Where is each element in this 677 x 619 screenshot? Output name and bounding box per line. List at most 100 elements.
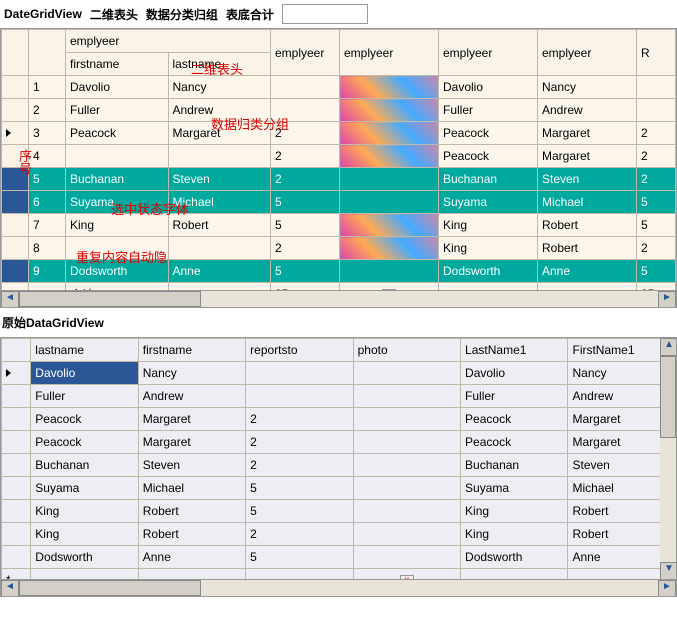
photo-cell[interactable] bbox=[353, 523, 460, 546]
scroll-thumb[interactable] bbox=[19, 580, 201, 596]
photo-cell[interactable] bbox=[353, 362, 460, 385]
cell-r[interactable]: 5 bbox=[637, 191, 676, 214]
cell-e3[interactable]: Anne bbox=[538, 260, 637, 283]
cell[interactable]: Peacock bbox=[461, 431, 568, 454]
cell[interactable]: 2 bbox=[246, 408, 353, 431]
cell-r[interactable]: 2 bbox=[637, 145, 676, 168]
photo-cell[interactable] bbox=[353, 454, 460, 477]
cell-e1[interactable]: 5 bbox=[271, 214, 340, 237]
cell[interactable]: 5 bbox=[246, 546, 353, 569]
table-row[interactable]: 6SuyamaMichael5SuyamaMichael5 bbox=[2, 191, 676, 214]
cell[interactable]: Suyama bbox=[461, 477, 568, 500]
cell[interactable]: 5 bbox=[246, 477, 353, 500]
cell-e3[interactable]: Steven bbox=[538, 168, 637, 191]
cell-ln[interactable]: Andrew bbox=[168, 99, 271, 122]
cell-fn[interactable]: Fuller bbox=[66, 99, 169, 122]
cell-e2[interactable]: Davolio bbox=[439, 76, 538, 99]
cell-fn[interactable]: Buchanan bbox=[66, 168, 169, 191]
cell[interactable]: 2 bbox=[246, 431, 353, 454]
cell-e3[interactable]: Robert bbox=[538, 214, 637, 237]
cell[interactable]: Dodsworth bbox=[461, 546, 568, 569]
cell-r[interactable]: 2 bbox=[637, 168, 676, 191]
table-row[interactable]: KingRobert2KingRobert bbox=[2, 523, 676, 546]
photo-cell[interactable] bbox=[340, 168, 439, 191]
g1-hdr-e3[interactable]: emplyeer bbox=[439, 30, 538, 76]
g2-hscroll[interactable]: ◄ ► bbox=[1, 579, 676, 596]
g2-vscroll[interactable]: ▲ ▼ bbox=[660, 338, 676, 580]
table-row[interactable]: FullerAndrewFullerAndrew bbox=[2, 385, 676, 408]
cell[interactable]: Peacock bbox=[31, 408, 138, 431]
photo-cell[interactable] bbox=[340, 237, 439, 260]
grid2[interactable]: lastname firstname reportsto photo LastN… bbox=[1, 338, 676, 592]
cell-e2[interactable]: King bbox=[439, 214, 538, 237]
cell-e2[interactable]: Peacock bbox=[439, 145, 538, 168]
cell-e1[interactable]: 2 bbox=[271, 145, 340, 168]
cell[interactable]: Robert bbox=[138, 523, 245, 546]
cell[interactable]: Steven bbox=[138, 454, 245, 477]
cell-fn[interactable]: Davolio bbox=[66, 76, 169, 99]
cell[interactable]: Buchanan bbox=[31, 454, 138, 477]
cell[interactable]: Buchanan bbox=[461, 454, 568, 477]
cell[interactable]: Davolio bbox=[461, 362, 568, 385]
cell[interactable]: King bbox=[461, 523, 568, 546]
cell-ln[interactable] bbox=[168, 237, 271, 260]
table-row[interactable]: BuchananSteven2BuchananSteven bbox=[2, 454, 676, 477]
cell-e1[interactable]: 2 bbox=[271, 122, 340, 145]
photo-cell[interactable] bbox=[353, 431, 460, 454]
cell[interactable]: 2 bbox=[246, 523, 353, 546]
photo-cell[interactable] bbox=[340, 76, 439, 99]
g1-hdr-grp[interactable]: emplyeer bbox=[66, 30, 271, 53]
cell-e1[interactable]: 5 bbox=[271, 191, 340, 214]
photo-cell[interactable] bbox=[353, 408, 460, 431]
cell-e1[interactable] bbox=[271, 99, 340, 122]
cell-e3[interactable]: Margaret bbox=[538, 145, 637, 168]
cell[interactable]: Davolio bbox=[31, 362, 138, 385]
cell[interactable]: Andrew bbox=[138, 385, 245, 408]
photo-cell[interactable] bbox=[353, 500, 460, 523]
table-row[interactable]: DodsworthAnne5DodsworthAnne bbox=[2, 546, 676, 569]
cell[interactable]: King bbox=[31, 500, 138, 523]
cell[interactable]: Peacock bbox=[461, 408, 568, 431]
g1-hdr-fn[interactable]: firstname bbox=[66, 53, 169, 76]
table-row[interactable]: 42PeacockMargaret2 bbox=[2, 145, 676, 168]
cell-e1[interactable] bbox=[271, 76, 340, 99]
photo-cell[interactable] bbox=[340, 99, 439, 122]
cell-r[interactable] bbox=[637, 99, 676, 122]
scroll-thumb-v[interactable] bbox=[660, 356, 676, 438]
table-row[interactable]: SuyamaMichael5SuyamaMichael bbox=[2, 477, 676, 500]
photo-cell[interactable] bbox=[340, 191, 439, 214]
cell-e2[interactable]: King bbox=[439, 237, 538, 260]
cell-r[interactable]: 2 bbox=[637, 122, 676, 145]
cell-r[interactable]: 2 bbox=[637, 237, 676, 260]
g1-hdr-ln[interactable]: lastname bbox=[168, 53, 271, 76]
cell-ln[interactable] bbox=[168, 145, 271, 168]
cell-e1[interactable]: 5 bbox=[271, 260, 340, 283]
table-row[interactable]: 2FullerAndrewFullerAndrew bbox=[2, 99, 676, 122]
cell-ln[interactable]: Steven bbox=[168, 168, 271, 191]
cell-ln[interactable]: Michael bbox=[168, 191, 271, 214]
cell[interactable]: King bbox=[31, 523, 138, 546]
cell[interactable]: Anne bbox=[138, 546, 245, 569]
scroll-down-icon[interactable]: ▼ bbox=[660, 562, 677, 580]
cell-r[interactable]: 5 bbox=[637, 260, 676, 283]
photo-cell[interactable] bbox=[340, 122, 439, 145]
scroll-right-icon[interactable]: ► bbox=[658, 291, 676, 308]
cell[interactable]: Robert bbox=[138, 500, 245, 523]
g2-h2[interactable]: firstname bbox=[138, 339, 245, 362]
photo-cell[interactable] bbox=[353, 546, 460, 569]
scroll-left-icon[interactable]: ◄ bbox=[1, 580, 19, 597]
g2-h4[interactable]: photo bbox=[353, 339, 460, 362]
photo-cell[interactable] bbox=[340, 214, 439, 237]
table-row[interactable]: KingRobert5KingRobert bbox=[2, 500, 676, 523]
cell-r[interactable]: 5 bbox=[637, 214, 676, 237]
cell[interactable]: Michael bbox=[138, 477, 245, 500]
g1-hdr-r[interactable]: R bbox=[637, 30, 676, 76]
cell-e2[interactable]: Peacock bbox=[439, 122, 538, 145]
cell[interactable]: King bbox=[461, 500, 568, 523]
g1-hscroll[interactable]: ◄ ► bbox=[1, 290, 676, 307]
cell-fn[interactable]: Dodsworth bbox=[66, 260, 169, 283]
scroll-right-icon[interactable]: ► bbox=[658, 580, 676, 597]
cell-fn[interactable] bbox=[66, 145, 169, 168]
table-row[interactable]: PeacockMargaret2PeacockMargaret bbox=[2, 408, 676, 431]
cell[interactable] bbox=[246, 385, 353, 408]
